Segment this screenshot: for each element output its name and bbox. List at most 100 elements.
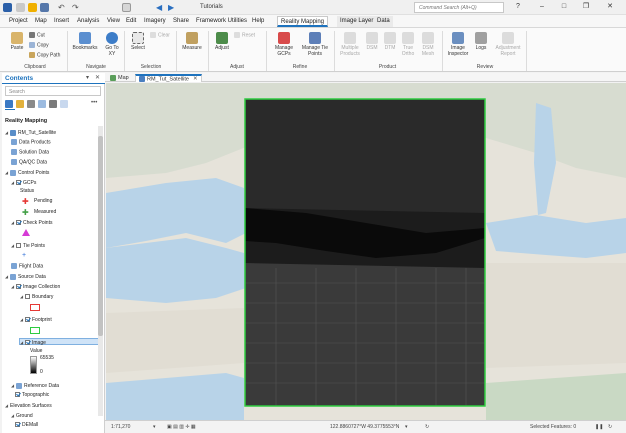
- dtm-button[interactable]: DTM: [382, 32, 398, 51]
- maximize-icon[interactable]: □: [558, 2, 570, 12]
- coordinate-dropdown-icon[interactable]: ▾: [405, 424, 408, 430]
- toc-gcps[interactable]: ◢ GCPs: [11, 179, 36, 186]
- pause-drawing-icon[interactable]: ❚❚: [595, 424, 603, 430]
- check-points-checkbox[interactable]: [16, 220, 21, 225]
- measure-button[interactable]: Measure: [180, 32, 204, 51]
- map-canvas[interactable]: [106, 83, 626, 420]
- toc-source-data[interactable]: ◢ Source Data: [5, 273, 46, 280]
- refresh-icon[interactable]: ↻: [425, 424, 429, 430]
- list-by-drawing-order-icon[interactable]: [5, 100, 13, 108]
- tab-image-layer[interactable]: Image Layer: [337, 16, 377, 27]
- tab-share[interactable]: Share: [170, 16, 192, 27]
- tab-reality-mapping[interactable]: Reality Mapping: [277, 16, 329, 27]
- footprint-checkbox[interactable]: [25, 317, 30, 322]
- topographic-checkbox[interactable]: [15, 392, 20, 397]
- list-by-snapping-icon[interactable]: [49, 100, 57, 108]
- back-icon[interactable]: ◀: [156, 3, 165, 12]
- toc-ground[interactable]: ◢ Ground: [11, 412, 33, 419]
- open-project-icon[interactable]: [28, 3, 37, 12]
- tab-help[interactable]: Help: [249, 16, 267, 27]
- undo-icon[interactable]: ↶: [58, 3, 67, 12]
- clear-selection-button[interactable]: Clear: [150, 32, 170, 38]
- toc-boundary[interactable]: ◢ Boundary: [20, 293, 53, 300]
- toc-image-collection[interactable]: ◢ Image Collection: [11, 283, 60, 290]
- bookmarks-button[interactable]: Bookmarks: [70, 32, 100, 51]
- toc-footprint[interactable]: ◢ Footprint: [20, 316, 52, 323]
- restore-icon[interactable]: ❐: [580, 2, 592, 12]
- toc-topographic[interactable]: Topographic: [15, 392, 49, 399]
- close-tab-icon[interactable]: ✕: [193, 76, 198, 82]
- image-collection-checkbox[interactable]: [16, 284, 21, 289]
- list-by-selection-icon[interactable]: [27, 100, 35, 108]
- command-search-input[interactable]: Command Search (Alt+Q): [414, 2, 504, 13]
- refresh-view-icon[interactable]: ↻: [608, 424, 612, 430]
- tab-imagery[interactable]: Imagery: [141, 16, 169, 27]
- toc-solution-data[interactable]: Solution Data: [11, 149, 49, 156]
- manage-gcps-button[interactable]: Manage GCPs: [270, 32, 298, 57]
- select-button[interactable]: Select: [128, 32, 148, 51]
- reset-button[interactable]: Reset: [234, 32, 255, 38]
- tab-data[interactable]: Data: [374, 16, 393, 27]
- toc-check-points[interactable]: ◢ Check Points: [11, 219, 52, 226]
- gcps-checkbox[interactable]: [16, 180, 21, 185]
- tab-edit[interactable]: Edit: [123, 16, 139, 27]
- view-tab-rm-tut-satellite[interactable]: RM_Tut_Satellite ✕: [135, 74, 202, 82]
- toc-data-products[interactable]: Data Products: [11, 139, 51, 146]
- new-project-icon[interactable]: [16, 3, 25, 12]
- adjustment-report-button[interactable]: Adjustment Report: [492, 32, 524, 57]
- list-by-labeling-icon[interactable]: [60, 100, 68, 108]
- multiple-products-button[interactable]: Multiple Products: [337, 32, 363, 57]
- forward-icon[interactable]: ▶: [168, 3, 177, 12]
- redo-icon[interactable]: ↷: [72, 3, 81, 12]
- copy-button[interactable]: Copy: [29, 42, 49, 48]
- minimize-icon[interactable]: –: [536, 2, 548, 12]
- tab-analysis[interactable]: Analysis: [74, 16, 102, 27]
- toc-workspace[interactable]: ◢ RM_Tut_Satellite: [5, 129, 56, 136]
- select-tool-icon[interactable]: [122, 3, 131, 12]
- copy-path-button[interactable]: Copy Path: [29, 52, 60, 58]
- logs-button[interactable]: Logs: [472, 32, 490, 51]
- contents-scrollbar[interactable]: [98, 126, 103, 416]
- image-checkbox[interactable]: [25, 340, 30, 345]
- boundary-checkbox[interactable]: [25, 294, 30, 299]
- dem-checkbox[interactable]: [15, 422, 20, 427]
- close-pane-icon[interactable]: ✕: [95, 74, 100, 81]
- pin-icon[interactable]: ▾: [86, 74, 89, 81]
- toc-dem[interactable]: DEMall: [15, 422, 38, 429]
- adjust-button[interactable]: Adjust: [212, 32, 232, 51]
- view-tab-map[interactable]: Map: [107, 74, 132, 82]
- list-by-source-icon[interactable]: [16, 100, 24, 108]
- toc-reference-data[interactable]: ◢ Reference Data: [11, 382, 59, 389]
- toc-qa-qc-data[interactable]: QA/QC Data: [11, 159, 47, 166]
- save-icon[interactable]: [40, 3, 49, 12]
- tab-framework-utilities[interactable]: Framework Utilities: [193, 16, 250, 27]
- tab-insert[interactable]: Insert: [51, 16, 72, 27]
- contents-search-input[interactable]: Search: [5, 86, 101, 96]
- list-by-editing-icon[interactable]: [38, 100, 46, 108]
- tie-points-checkbox[interactable]: [16, 243, 21, 248]
- tab-view[interactable]: View: [104, 16, 123, 27]
- image-inspector-button[interactable]: Image Inspector: [446, 32, 470, 57]
- go-to-xy-button[interactable]: Go To XY: [102, 32, 122, 57]
- scale-dropdown-icon[interactable]: ▾: [153, 424, 156, 430]
- toc-flight-data[interactable]: Flight Data: [11, 263, 43, 270]
- toc-elevation-surfaces[interactable]: ◢ Elevation Surfaces: [5, 402, 52, 409]
- dsm-button[interactable]: DSM: [364, 32, 380, 51]
- help-icon[interactable]: ?: [512, 2, 524, 12]
- map-view[interactable]: [106, 83, 626, 420]
- tab-project[interactable]: Project: [6, 16, 31, 27]
- toc-control-points[interactable]: ◢ Control Points: [5, 169, 49, 176]
- close-icon[interactable]: ✕: [604, 2, 616, 12]
- toc-tie-points[interactable]: ◢ Tie Points: [11, 242, 45, 249]
- toc-image[interactable]: ◢ Image: [19, 338, 99, 346]
- status-tool-icons[interactable]: ▣ ▤ ▥ ✛ ▦: [167, 424, 196, 430]
- paste-button[interactable]: Paste: [6, 32, 28, 51]
- manage-tie-points-button[interactable]: Manage Tie Points: [300, 32, 330, 57]
- cut-button[interactable]: Cut: [29, 32, 45, 38]
- scrollbar-thumb[interactable]: [98, 136, 103, 336]
- map-scale[interactable]: 1:71,270: [111, 424, 130, 430]
- dsm-mesh-button[interactable]: DSM Mesh: [418, 32, 438, 57]
- more-options-icon[interactable]: •••: [91, 100, 97, 106]
- true-ortho-button[interactable]: True Ortho: [400, 32, 416, 57]
- tab-map[interactable]: Map: [32, 16, 50, 27]
